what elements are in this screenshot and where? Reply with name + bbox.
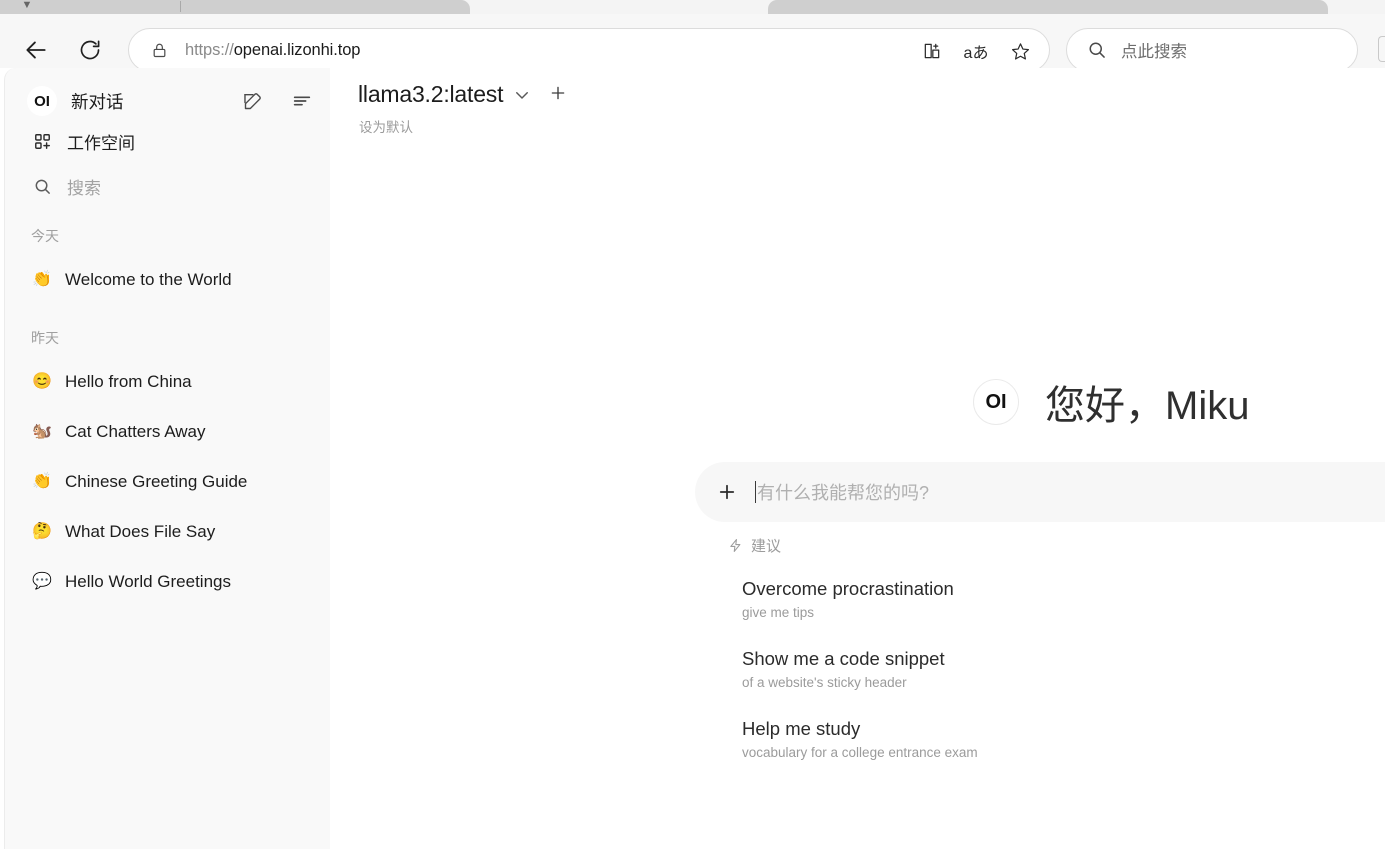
suggestion-subtitle: vocabulary for a college entrance exam bbox=[742, 745, 978, 760]
chat-emoji-icon: 👏 bbox=[32, 271, 52, 288]
suggestions-header: 建议 bbox=[728, 535, 781, 556]
browser-search-placeholder: 点此搜索 bbox=[1121, 43, 1187, 61]
greeting-text: 您好，Miku bbox=[1045, 384, 1250, 428]
sidebar-item-workspace[interactable]: 工作空间 bbox=[5, 123, 330, 159]
set-default-label[interactable]: 设为默认 bbox=[359, 116, 413, 136]
chat-item-title: Hello World Greetings bbox=[65, 572, 231, 591]
chat-emoji-icon: 👏 bbox=[32, 473, 52, 490]
sidebar-toggle-button[interactable] bbox=[287, 86, 317, 116]
suggestion-item[interactable]: Help me study vocabulary for a college e… bbox=[742, 718, 978, 760]
app-logo: OI bbox=[27, 86, 57, 116]
browser-tab[interactable] bbox=[0, 0, 470, 14]
compose-button[interactable] bbox=[237, 86, 267, 116]
search-icon bbox=[31, 177, 53, 196]
message-input-placeholder[interactable]: 有什么我能帮您的吗? bbox=[757, 479, 929, 505]
split-screen-icon[interactable] bbox=[913, 32, 951, 70]
model-name: llama3.2:latest bbox=[358, 81, 504, 107]
chat-group-title: 今天 bbox=[31, 228, 59, 244]
lock-icon bbox=[149, 40, 169, 60]
suggestion-title: Show me a code snippet bbox=[742, 648, 945, 669]
workspace-grid-plus-icon bbox=[31, 132, 53, 151]
chat-list-item[interactable]: 💬 Hello World Greetings bbox=[5, 566, 330, 598]
chat-list-item[interactable]: 👏 Chinese Greeting Guide bbox=[5, 466, 330, 498]
suggestion-item[interactable]: Show me a code snippet of a website's st… bbox=[742, 648, 945, 690]
suggestion-title: Help me study bbox=[742, 718, 861, 739]
message-composer[interactable]: 有什么我能帮您的吗? bbox=[695, 462, 1385, 522]
avatar: OI bbox=[973, 379, 1019, 425]
browser-tab[interactable] bbox=[768, 0, 1328, 14]
new-chat-label[interactable]: 新对话 bbox=[71, 89, 124, 114]
sidebar-item-label: 搜索 bbox=[67, 178, 101, 198]
sidebar: OI 新对话 工作空间 搜索 今天 👏 Welcome to the World… bbox=[4, 68, 330, 849]
chat-group-title: 昨天 bbox=[31, 330, 59, 346]
reload-icon bbox=[80, 40, 100, 60]
tab-caret-icon: ▼ bbox=[21, 0, 33, 11]
lightning-bolt-icon bbox=[728, 538, 743, 553]
read-aloud-icon[interactable]: aあ bbox=[957, 32, 995, 70]
sidebar-item-search[interactable]: 搜索 bbox=[5, 168, 330, 204]
suggestion-item[interactable]: Overcome procrastination give me tips bbox=[742, 578, 954, 620]
address-bar[interactable]: https://openai.lizonhi.top aあ bbox=[128, 28, 1050, 72]
chat-item-title: Chinese Greeting Guide bbox=[65, 472, 248, 491]
chat-emoji-icon: 😊 bbox=[32, 373, 52, 390]
suggestion-title: Overcome procrastination bbox=[742, 578, 954, 599]
plus-icon bbox=[719, 484, 735, 500]
chat-list-item[interactable]: 🤔 What Does File Say bbox=[5, 516, 330, 548]
plus-icon bbox=[552, 86, 565, 99]
chat-emoji-icon: 💬 bbox=[32, 573, 52, 590]
search-icon bbox=[1087, 40, 1107, 60]
chevron-down-icon[interactable] bbox=[513, 86, 531, 104]
chat-item-title: Hello from China bbox=[65, 372, 192, 391]
add-model-button[interactable] bbox=[549, 84, 567, 106]
sidebar-header: OI 新对话 bbox=[5, 78, 330, 124]
chat-item-title: Cat Chatters Away bbox=[65, 422, 206, 441]
browser-toolbar: https://openai.lizonhi.top aあ 点此搜索 bbox=[0, 14, 1385, 72]
chat-item-title: What Does File Say bbox=[65, 522, 216, 541]
back-arrow-icon bbox=[26, 41, 46, 59]
url-scheme: https:// bbox=[185, 40, 234, 59]
main-content: llama3.2:latest 设为默认 OI 您好，Miku 有什么我能帮您的… bbox=[330, 68, 1385, 849]
attach-button[interactable] bbox=[713, 478, 741, 506]
compose-icon bbox=[243, 92, 261, 109]
chat-emoji-icon: 🤔 bbox=[32, 523, 52, 540]
suggestion-subtitle: of a website's sticky header bbox=[742, 675, 907, 690]
toolbar-overflow-edge[interactable] bbox=[1378, 36, 1385, 62]
text-cursor bbox=[755, 481, 756, 503]
suggestion-subtitle: give me tips bbox=[742, 605, 815, 620]
browser-chrome: ▼ https://openai.lizonhi.top aあ 点此搜索 bbox=[0, 0, 1385, 72]
browser-search-box[interactable]: 点此搜索 bbox=[1066, 28, 1358, 72]
star-icon[interactable] bbox=[1001, 32, 1039, 70]
model-selector[interactable]: llama3.2:latest bbox=[358, 81, 567, 108]
sidebar-item-label: 工作空间 bbox=[67, 133, 135, 153]
sidebar-toggle-icon bbox=[293, 96, 311, 106]
back-button[interactable] bbox=[18, 32, 54, 68]
chat-item-title: Welcome to the World bbox=[65, 270, 232, 289]
address-bar-actions: aあ bbox=[913, 29, 1039, 73]
chat-emoji-icon: 🐿️ bbox=[32, 423, 52, 440]
chat-list-item[interactable]: 😊 Hello from China bbox=[5, 366, 330, 398]
url-text: https://openai.lizonhi.top bbox=[185, 41, 360, 60]
tab-divider bbox=[180, 1, 181, 12]
chat-list-item[interactable]: 👏 Welcome to the World bbox=[5, 264, 330, 296]
tab-strip: ▼ bbox=[0, 0, 1385, 14]
greeting-row: OI 您好，Miku bbox=[973, 373, 1249, 431]
page-body: OI 新对话 工作空间 搜索 今天 👏 Welcome to the World… bbox=[0, 68, 1385, 849]
reload-button[interactable] bbox=[72, 32, 108, 68]
chat-list-item[interactable]: 🐿️ Cat Chatters Away bbox=[5, 416, 330, 448]
url-host: openai.lizonhi.top bbox=[233, 40, 361, 59]
suggestions-label: 建议 bbox=[751, 538, 782, 555]
